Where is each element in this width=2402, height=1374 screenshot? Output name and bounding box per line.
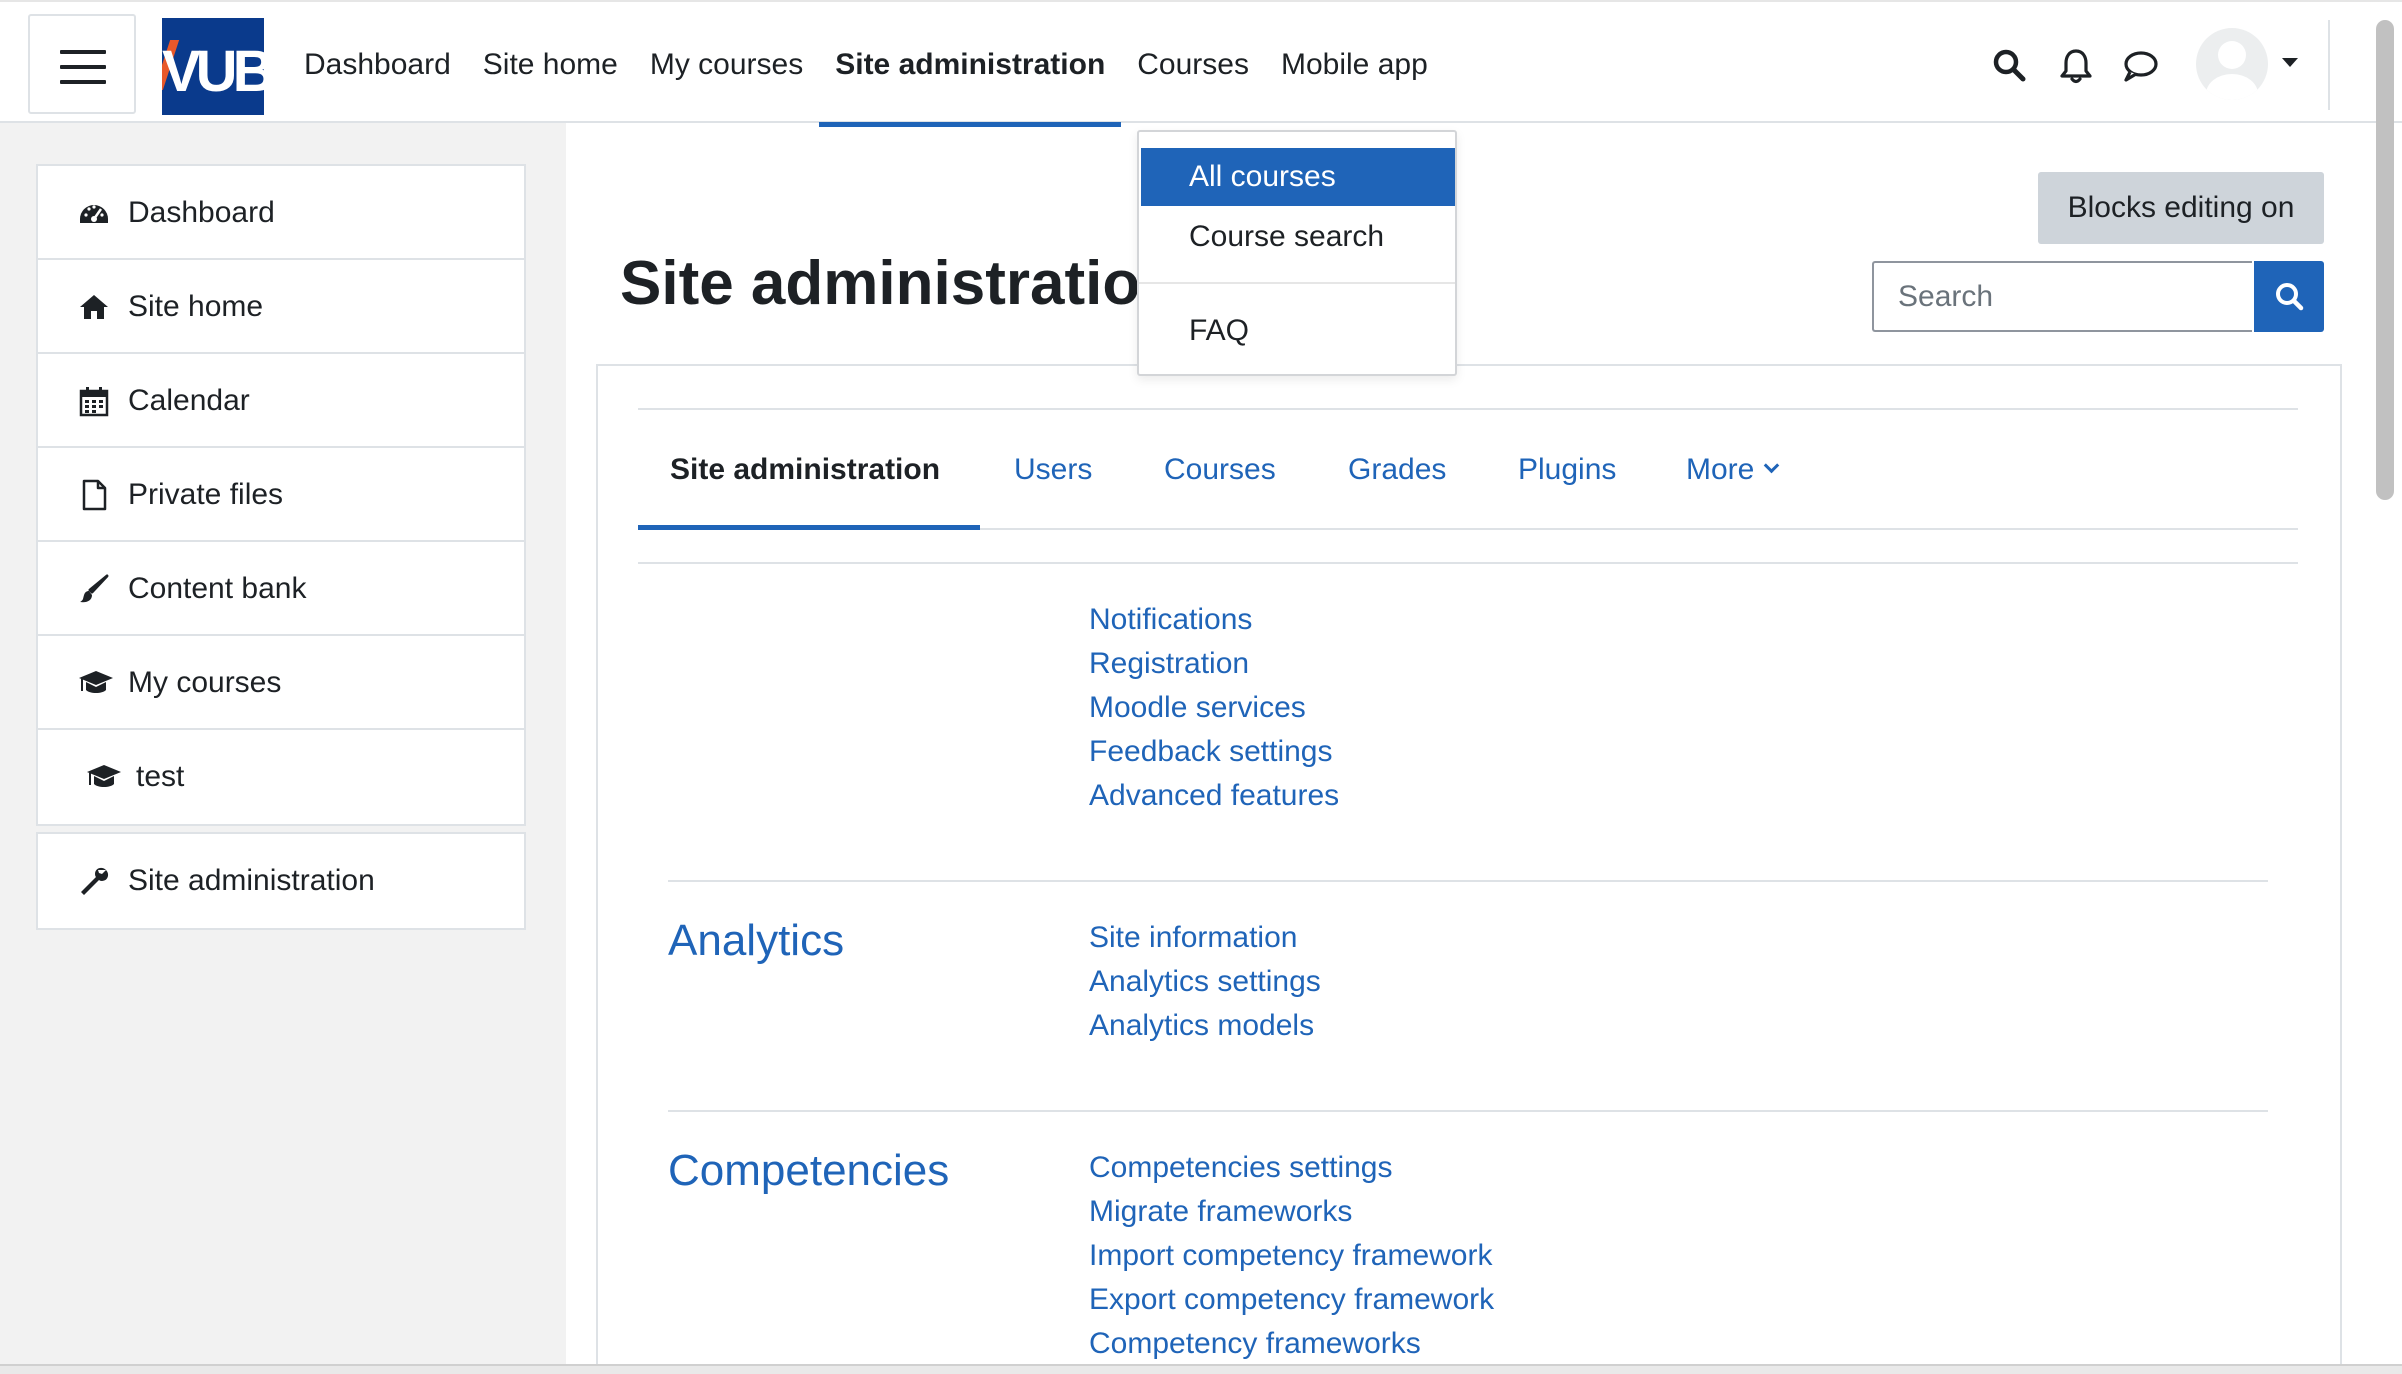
blocks-editing-button[interactable]: Blocks editing on [2038,172,2324,244]
tab-users[interactable]: Users [1014,410,1092,530]
drawer-admin-group: Site administration [36,832,526,930]
avatar[interactable] [2196,28,2268,100]
paintbrush-icon [78,573,110,605]
drawer-toggle-button[interactable] [28,14,136,114]
link-site-information[interactable]: Site information [1089,916,1321,960]
top-navbar: VUB Dashboard Site home My courses Site … [0,0,2402,127]
admin-search-button[interactable] [2254,261,2324,332]
tab-plugins[interactable]: Plugins [1518,410,1616,530]
hamburger-icon-bar [60,80,106,84]
link-moodle-services[interactable]: Moodle services [1089,686,1339,730]
link-export-competency-framework[interactable]: Export competency framework [1089,1278,1494,1322]
drawer-item-label: My courses [128,666,282,699]
competencies-links: Competencies settings Migrate frameworks… [1089,1146,1494,1366]
wrench-icon [78,865,110,897]
section-divider [668,880,2268,882]
link-import-competency-framework[interactable]: Import competency framework [1089,1234,1494,1278]
drawer-item-label: Site home [128,290,264,323]
primary-navigation: Dashboard Site home My courses Site admi… [288,2,1444,127]
tab-site-administration[interactable]: Site administration [670,410,940,530]
link-migrate-frameworks[interactable]: Migrate frameworks [1089,1190,1494,1234]
drawer-item-site-home[interactable]: Site home [38,260,524,354]
link-analytics-settings[interactable]: Analytics settings [1089,960,1321,1004]
drawer-item-label: Site administration [128,864,375,897]
window-bottom-edge [0,1364,2402,1374]
analytics-links: Site information Analytics settings Anal… [1089,916,1321,1048]
dropdown-item-faq[interactable]: FAQ [1141,302,1455,360]
tab-more[interactable]: More [1686,410,1780,530]
drawer-item-dashboard[interactable]: Dashboard [38,166,524,260]
tab-courses[interactable]: Courses [1164,410,1276,530]
drawer-item-calendar[interactable]: Calendar [38,354,524,448]
section-divider [668,1110,2268,1112]
drawer-main-group: Dashboard Site home Calendar Private fil… [36,164,526,826]
file-icon [78,479,110,511]
active-tab-indicator [638,525,980,530]
nav-item-site-home[interactable]: Site home [467,2,634,125]
section-title-analytics[interactable]: Analytics [668,916,844,966]
notifications-bell-icon[interactable] [2056,46,2096,86]
nav-item-site-administration[interactable]: Site administration [819,2,1122,127]
page-title: Site administration [620,249,1179,318]
dropdown-item-course-search[interactable]: Course search [1141,208,1455,266]
tab-grades[interactable]: Grades [1348,410,1446,530]
link-competencies-settings[interactable]: Competencies settings [1089,1146,1494,1190]
admin-tabs: Site administration Users Courses Grades… [638,410,2298,530]
section-title-competencies[interactable]: Competencies [668,1146,949,1196]
drawer-item-label: Content bank [128,572,307,605]
logo-text: VUB [162,39,264,104]
navbar-divider [2328,20,2330,110]
nav-item-courses[interactable]: Courses [1121,2,1265,125]
search-icon[interactable] [1990,46,2030,86]
nav-item-dashboard[interactable]: Dashboard [288,2,467,125]
drawer-item-course-test[interactable]: test [38,730,524,824]
chevron-down-icon [1764,457,1780,474]
admin-search-input[interactable]: Search [1872,261,2252,332]
section-divider [638,562,2298,564]
link-registration[interactable]: Registration [1089,642,1339,686]
hamburger-icon-bar [60,50,106,54]
link-feedback-settings[interactable]: Feedback settings [1089,730,1339,774]
general-links: Notifications Registration Moodle servic… [1089,598,1339,818]
dropdown-item-all-courses[interactable]: All courses [1141,148,1455,206]
drawer-item-private-files[interactable]: Private files [38,448,524,542]
dropdown-divider [1139,282,1455,284]
drawer-item-my-courses[interactable]: My courses [38,636,524,730]
drawer-item-site-administration[interactable]: Site administration [38,834,524,928]
graduation-cap-icon [78,667,113,699]
drawer-item-content-bank[interactable]: Content bank [38,542,524,636]
page-scrollbar[interactable] [2376,20,2394,500]
drawer-item-label: Calendar [128,384,250,417]
chevron-down-icon [2282,58,2298,67]
dashboard-icon [78,197,110,229]
home-icon [78,291,110,323]
link-advanced-features[interactable]: Advanced features [1089,774,1339,818]
search-icon [2276,283,2304,311]
link-analytics-models[interactable]: Analytics models [1089,1004,1321,1048]
vub-logo[interactable]: VUB [162,18,264,115]
graduation-cap-icon [86,761,121,793]
courses-dropdown-menu: All courses Course search FAQ [1137,130,1457,376]
drawer-item-label: Private files [128,478,284,511]
link-competency-frameworks[interactable]: Competency frameworks [1089,1322,1494,1366]
user-menu[interactable] [2196,28,2306,100]
nav-item-mobile-app[interactable]: Mobile app [1265,2,1444,125]
drawer-item-label: test [136,760,185,793]
messages-bubble-icon[interactable] [2120,46,2160,86]
hamburger-icon-bar [60,65,106,69]
drawer-item-label: Dashboard [128,196,275,229]
nav-item-my-courses[interactable]: My courses [634,2,819,125]
link-notifications[interactable]: Notifications [1089,598,1339,642]
calendar-icon [78,385,110,417]
tab-more-label: More [1686,453,1755,486]
